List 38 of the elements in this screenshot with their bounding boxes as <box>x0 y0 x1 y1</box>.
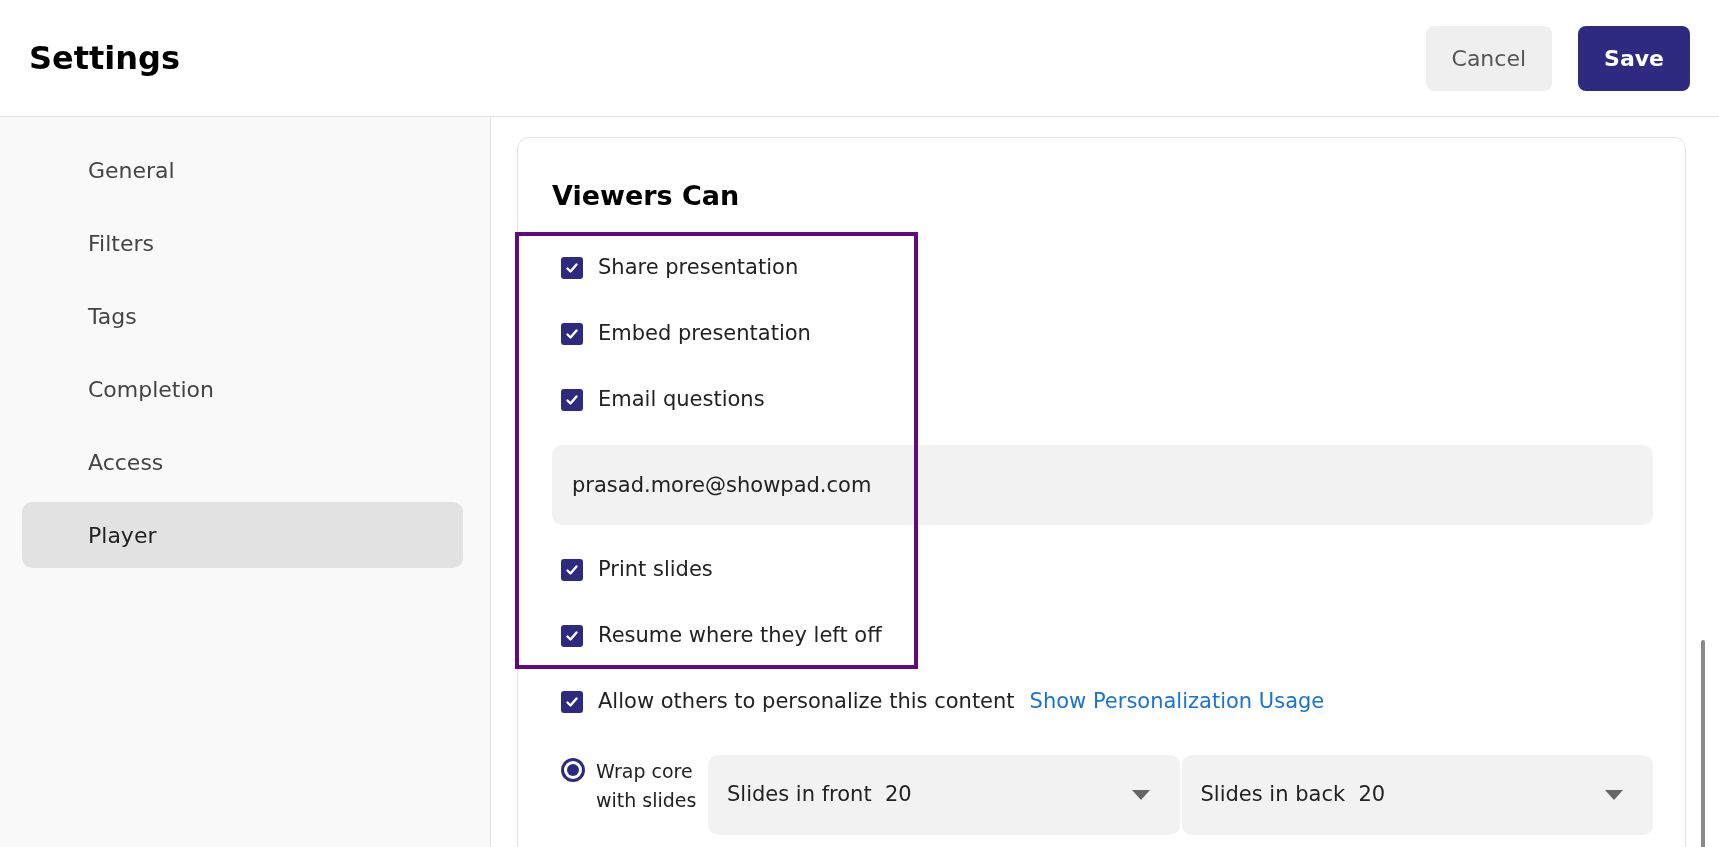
checkmark-icon <box>565 695 579 709</box>
checkbox[interactable] <box>561 389 583 411</box>
save-button[interactable]: Save <box>1578 25 1690 91</box>
section-title: Viewers Can <box>552 178 741 213</box>
checkbox[interactable] <box>561 257 583 279</box>
caret-icon <box>1605 790 1623 800</box>
radio-button[interactable] <box>561 758 585 782</box>
dropdown-value: Slides in front 20 <box>727 781 912 809</box>
option-label: Allow others to personalize this content <box>598 688 1015 716</box>
page-title: Settings <box>29 38 181 79</box>
sidebar-item[interactable]: Player <box>22 502 463 568</box>
checkmark-icon <box>565 629 579 643</box>
sidebar-item[interactable]: General <box>22 137 463 203</box>
dropdown[interactable]: Slides in back 20 <box>1181 755 1653 835</box>
checkbox[interactable] <box>561 559 583 581</box>
option-label: Share presentation <box>598 254 799 282</box>
dropdown[interactable]: Slides in front 20 <box>708 755 1180 835</box>
option-label: Embed presentation <box>598 320 811 348</box>
checkmark-icon <box>565 261 579 275</box>
cancel-button[interactable]: Cancel <box>1425 25 1553 91</box>
option-label: Wrap core with slides <box>596 759 698 813</box>
personalization-link[interactable]: Show Personalization Usage <box>1029 686 1325 718</box>
checkbox[interactable] <box>561 323 583 345</box>
checkbox[interactable] <box>561 691 583 713</box>
checkmark-icon <box>565 327 579 341</box>
sidebar-item[interactable]: Completion <box>22 356 463 422</box>
option-label: Email questions <box>598 386 765 414</box>
checkmark-icon <box>565 563 579 577</box>
option-label: Print slides <box>598 556 713 584</box>
sidebar-item[interactable]: Access <box>22 429 463 495</box>
sidebar-item[interactable]: Tags <box>22 283 463 349</box>
email-field[interactable]: prasad.more@showpad.com <box>552 445 1653 525</box>
caret-icon <box>1131 790 1150 800</box>
checkmark-icon <box>565 393 579 407</box>
sidebar-item[interactable]: Filters <box>22 210 463 276</box>
checkbox[interactable] <box>561 625 583 647</box>
option-label: Resume where they left off <box>598 622 882 650</box>
dropdown-value: Slides in back 20 <box>1200 781 1386 809</box>
